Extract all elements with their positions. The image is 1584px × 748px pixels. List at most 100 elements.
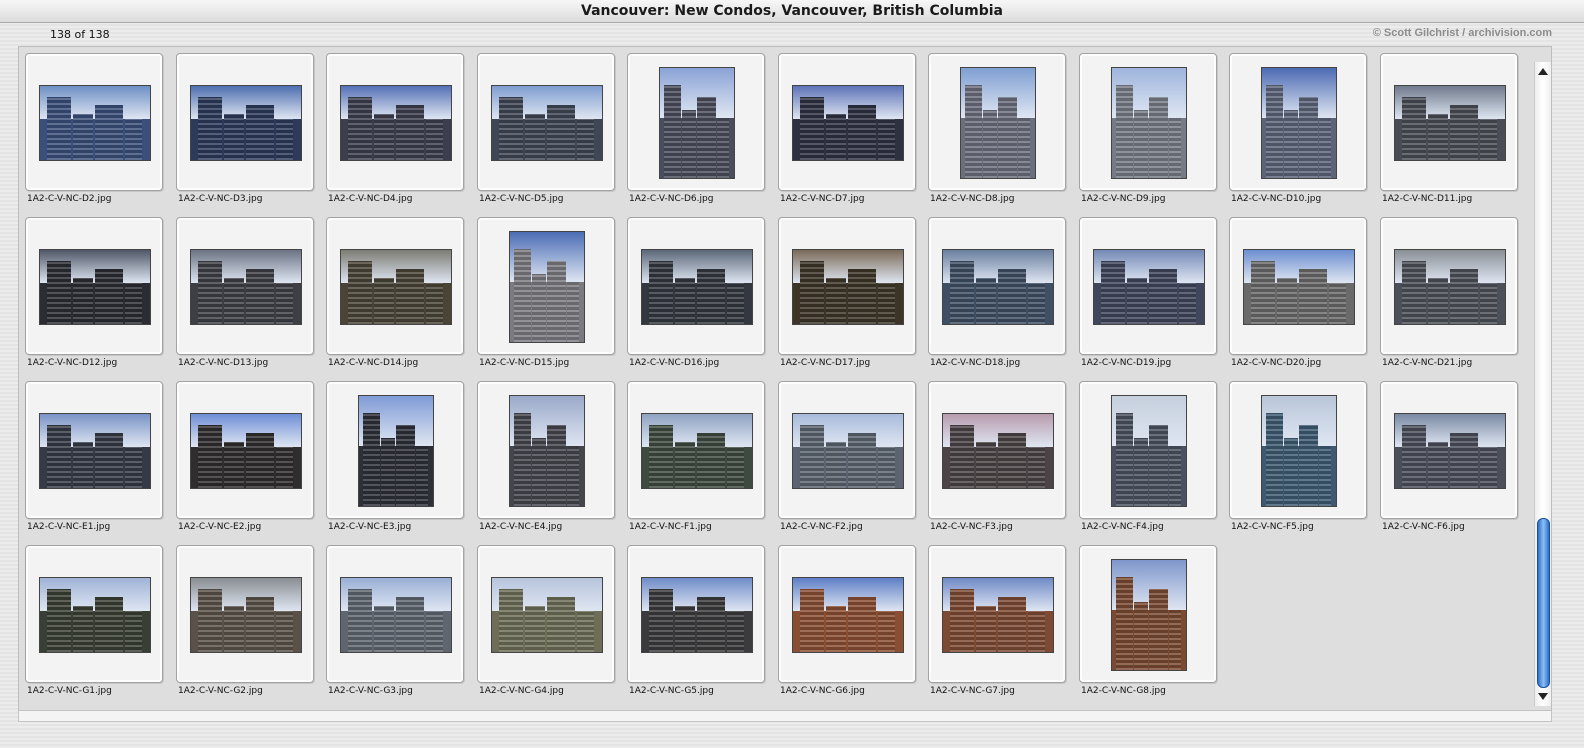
slide-mount[interactable] [477, 381, 615, 519]
slide-mount[interactable] [928, 381, 1066, 519]
slide-mount[interactable] [1229, 381, 1367, 519]
scroll-down-arrow-icon[interactable] [1538, 693, 1548, 700]
slide-mount[interactable] [326, 381, 464, 519]
thumbnail-tile[interactable]: 1A2-C-V-NC-D6.jpg [627, 53, 765, 204]
thumbnail-tile[interactable]: 1A2-C-V-NC-G5.jpg [627, 545, 765, 696]
thumbnail-image[interactable] [942, 249, 1054, 325]
thumbnail-image[interactable] [942, 577, 1054, 653]
scroll-thumb[interactable] [1537, 518, 1550, 688]
thumbnail-image[interactable] [358, 395, 434, 507]
vertical-scrollbar[interactable] [1534, 62, 1551, 706]
thumbnail-image[interactable] [190, 413, 302, 489]
slide-mount[interactable] [778, 545, 916, 683]
thumbnail-image[interactable] [39, 413, 151, 489]
slide-mount[interactable] [1380, 53, 1518, 191]
thumbnail-image[interactable] [1394, 85, 1506, 161]
slide-mount[interactable] [326, 217, 464, 355]
slide-mount[interactable] [1380, 381, 1518, 519]
slide-mount[interactable] [778, 53, 916, 191]
thumbnail-tile[interactable]: 1A2-C-V-NC-G2.jpg [176, 545, 314, 696]
horizontal-scroll-track[interactable] [18, 710, 1552, 722]
thumbnail-image[interactable] [942, 413, 1054, 489]
thumbnail-tile[interactable]: 1A2-C-V-NC-G4.jpg [477, 545, 615, 696]
slide-mount[interactable] [477, 545, 615, 683]
slide-mount[interactable] [326, 53, 464, 191]
thumbnail-image[interactable] [39, 249, 151, 325]
thumbnail-image[interactable] [792, 577, 904, 653]
slide-mount[interactable] [25, 53, 163, 191]
thumbnail-tile[interactable]: 1A2-C-V-NC-D14.jpg [326, 217, 464, 368]
thumbnail-tile[interactable]: 1A2-C-V-NC-D15.jpg [477, 217, 615, 368]
slide-mount[interactable] [1079, 381, 1217, 519]
thumbnail-image[interactable] [491, 577, 603, 653]
thumbnail-tile[interactable]: 1A2-C-V-NC-D4.jpg [326, 53, 464, 204]
thumbnail-tile[interactable]: 1A2-C-V-NC-E1.jpg [25, 381, 163, 532]
thumbnail-tile[interactable]: 1A2-C-V-NC-G7.jpg [928, 545, 1066, 696]
thumbnail-image[interactable] [190, 577, 302, 653]
thumbnail-tile[interactable]: 1A2-C-V-NC-D12.jpg [25, 217, 163, 368]
thumbnail-tile[interactable]: 1A2-C-V-NC-D17.jpg [778, 217, 916, 368]
thumbnail-tile[interactable]: 1A2-C-V-NC-D20.jpg [1229, 217, 1367, 368]
slide-mount[interactable] [25, 545, 163, 683]
thumbnail-image[interactable] [659, 67, 735, 179]
slide-mount[interactable] [627, 217, 765, 355]
thumbnail-tile[interactable]: 1A2-C-V-NC-D3.jpg [176, 53, 314, 204]
slide-mount[interactable] [1079, 53, 1217, 191]
thumbnail-image[interactable] [509, 395, 585, 507]
slide-mount[interactable] [928, 217, 1066, 355]
thumbnail-image[interactable] [1261, 395, 1337, 507]
thumbnail-tile[interactable]: 1A2-C-V-NC-F4.jpg [1079, 381, 1217, 532]
thumbnail-image[interactable] [1394, 413, 1506, 489]
slide-mount[interactable] [778, 381, 916, 519]
slide-mount[interactable] [176, 217, 314, 355]
thumbnail-tile[interactable]: 1A2-C-V-NC-G3.jpg [326, 545, 464, 696]
scroll-up-arrow-icon[interactable] [1538, 68, 1548, 75]
thumbnail-image[interactable] [39, 85, 151, 161]
thumbnail-tile[interactable]: 1A2-C-V-NC-E4.jpg [477, 381, 615, 532]
thumbnail-image[interactable] [641, 413, 753, 489]
thumbnail-tile[interactable]: 1A2-C-V-NC-D9.jpg [1079, 53, 1217, 204]
thumbnail-image[interactable] [491, 85, 603, 161]
thumbnail-image[interactable] [509, 231, 585, 343]
slide-mount[interactable] [176, 53, 314, 191]
thumbnail-image[interactable] [1093, 249, 1205, 325]
thumbnail-tile[interactable]: 1A2-C-V-NC-D2.jpg [25, 53, 163, 204]
thumbnail-image[interactable] [340, 249, 452, 325]
thumbnail-image[interactable] [1394, 249, 1506, 325]
thumbnail-image[interactable] [641, 577, 753, 653]
thumbnail-tile[interactable]: 1A2-C-V-NC-D11.jpg [1380, 53, 1518, 204]
thumbnail-image[interactable] [1111, 559, 1187, 671]
thumbnail-image[interactable] [190, 249, 302, 325]
slide-mount[interactable] [1079, 545, 1217, 683]
thumbnail-tile[interactable]: 1A2-C-V-NC-D16.jpg [627, 217, 765, 368]
slide-mount[interactable] [477, 217, 615, 355]
thumbnail-tile[interactable]: 1A2-C-V-NC-F2.jpg [778, 381, 916, 532]
slide-mount[interactable] [1380, 217, 1518, 355]
thumbnail-image[interactable] [1111, 67, 1187, 179]
slide-mount[interactable] [928, 545, 1066, 683]
thumbnail-tile[interactable]: 1A2-C-V-NC-F1.jpg [627, 381, 765, 532]
slide-mount[interactable] [778, 217, 916, 355]
thumbnail-tile[interactable]: 1A2-C-V-NC-G8.jpg [1079, 545, 1217, 696]
slide-mount[interactable] [176, 545, 314, 683]
thumbnail-tile[interactable]: 1A2-C-V-NC-G1.jpg [25, 545, 163, 696]
thumbnail-tile[interactable]: 1A2-C-V-NC-E3.jpg [326, 381, 464, 532]
thumbnail-image[interactable] [1261, 67, 1337, 179]
slide-mount[interactable] [1229, 53, 1367, 191]
slide-mount[interactable] [627, 53, 765, 191]
thumbnail-tile[interactable]: 1A2-C-V-NC-F5.jpg [1229, 381, 1367, 532]
thumbnail-tile[interactable]: 1A2-C-V-NC-D18.jpg [928, 217, 1066, 368]
thumbnail-image[interactable] [39, 577, 151, 653]
thumbnail-tile[interactable]: 1A2-C-V-NC-D7.jpg [778, 53, 916, 204]
slide-mount[interactable] [627, 545, 765, 683]
thumbnail-image[interactable] [641, 249, 753, 325]
slide-mount[interactable] [1079, 217, 1217, 355]
thumbnail-tile[interactable]: 1A2-C-V-NC-D8.jpg [928, 53, 1066, 204]
slide-mount[interactable] [176, 381, 314, 519]
thumbnail-image[interactable] [340, 577, 452, 653]
thumbnail-image[interactable] [340, 85, 452, 161]
thumbnail-tile[interactable]: 1A2-C-V-NC-D19.jpg [1079, 217, 1217, 368]
thumbnail-image[interactable] [792, 249, 904, 325]
slide-mount[interactable] [25, 217, 163, 355]
slide-mount[interactable] [326, 545, 464, 683]
